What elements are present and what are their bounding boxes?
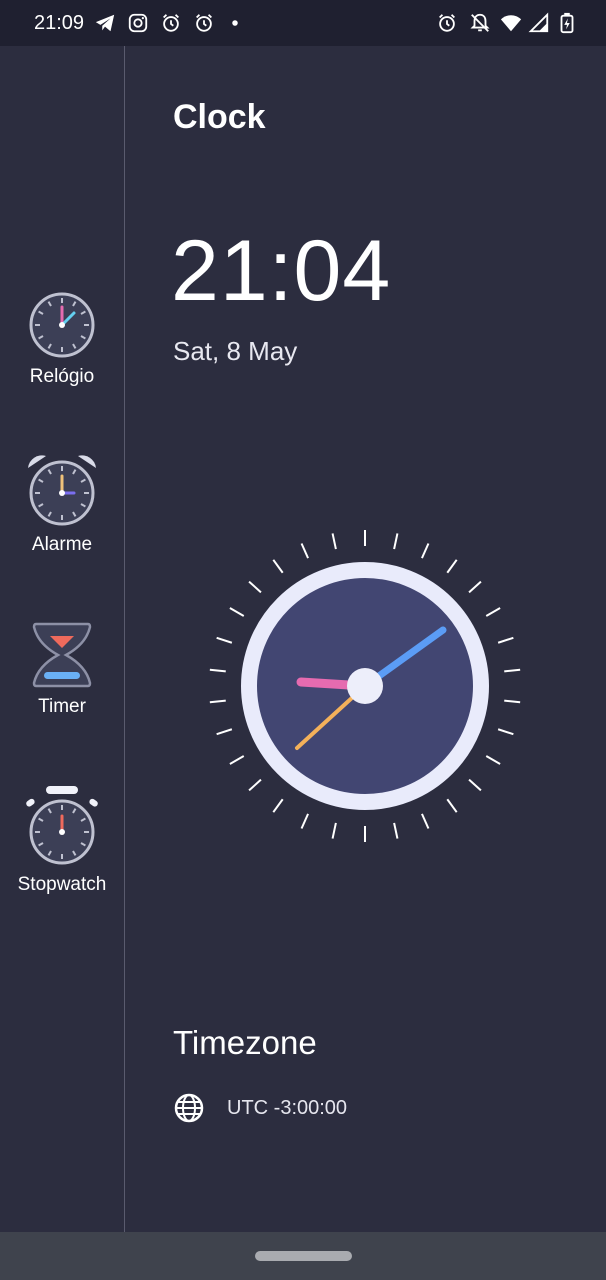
- clock-tick: [331, 533, 337, 550]
- clock-tick: [216, 636, 233, 644]
- clock-tick: [272, 798, 284, 813]
- stopwatch-icon: [26, 786, 98, 865]
- clock-tick: [216, 728, 233, 736]
- clock-tick: [209, 668, 226, 673]
- status-time: 21:09: [34, 12, 85, 34]
- signal-icon: [528, 12, 549, 33]
- timezone-value: UTC -3:00:00: [227, 1096, 348, 1119]
- page-title: Clock: [173, 98, 266, 136]
- clock-tick: [229, 607, 245, 617]
- sidebar-item-stopwatch[interactable]: Stopwatch: [0, 784, 124, 896]
- status-bar: 21:09: [0, 0, 606, 46]
- clock-tick: [209, 699, 226, 704]
- sidebar-item-relogio[interactable]: Relógio: [0, 290, 124, 388]
- sidebar-item-label: Alarme: [31, 534, 93, 555]
- notifications-off-icon: [470, 13, 490, 32]
- current-date: Sat, 8 May: [173, 336, 298, 366]
- sidebar-item-label: Stopwatch: [17, 874, 107, 895]
- clock-tick: [300, 543, 309, 559]
- alarm-clock-icon: [28, 455, 96, 526]
- battery-charging-icon: [560, 12, 574, 34]
- alarm-icon: [439, 14, 455, 32]
- home-gesture-handle[interactable]: [255, 1251, 352, 1261]
- timezone-title: Timezone: [173, 1024, 317, 1061]
- clock-tick: [468, 580, 482, 594]
- clock-tick: [421, 543, 430, 559]
- clock-tick: [497, 636, 514, 644]
- clock-tick: [248, 778, 262, 792]
- main-content: Clock 21:04 Sat, 8 May Timezone UTC -3:0…: [125, 46, 606, 1232]
- alarm-icon: [196, 14, 212, 32]
- wifi-icon: [500, 15, 522, 32]
- clock-tick: [504, 668, 521, 673]
- clock-tick: [504, 699, 521, 704]
- clock-tick: [229, 755, 245, 765]
- telegram-icon: [95, 14, 115, 32]
- timezone-row: UTC -3:00:00: [173, 1092, 347, 1124]
- sidebar-item-timer[interactable]: Timer: [0, 620, 124, 718]
- sidebar-item-alarme[interactable]: Alarme: [0, 452, 124, 556]
- clock-tick: [248, 580, 262, 594]
- clock-tick: [300, 813, 309, 829]
- clock-tick: [485, 607, 501, 617]
- dot-icon: [232, 20, 238, 26]
- alarm-icon: [163, 14, 179, 32]
- clock-tick: [497, 728, 514, 736]
- clock-center-pin: [347, 668, 383, 704]
- analog-clock: [209, 530, 521, 842]
- clock-tick: [485, 755, 501, 765]
- digital-time: 21:04: [171, 223, 392, 319]
- sidebar: Relógio Alarme Timer Stopwatch: [0, 46, 125, 1232]
- clock-tick: [421, 813, 430, 829]
- clock-tick: [393, 533, 399, 550]
- clock-tick: [331, 822, 337, 839]
- hourglass-icon: [32, 622, 92, 688]
- clock-tick: [468, 778, 482, 792]
- clock-icon: [29, 292, 95, 358]
- sidebar-item-label: Relógio: [29, 366, 95, 387]
- clock-tick: [446, 559, 458, 574]
- globe-icon: [174, 1093, 204, 1123]
- clock-tick: [393, 822, 399, 839]
- sidebar-item-label: Timer: [38, 696, 86, 717]
- clock-tick: [446, 798, 458, 813]
- system-navigation-bar: [0, 1232, 606, 1280]
- instagram-icon: [128, 13, 148, 33]
- clock-tick: [272, 559, 284, 574]
